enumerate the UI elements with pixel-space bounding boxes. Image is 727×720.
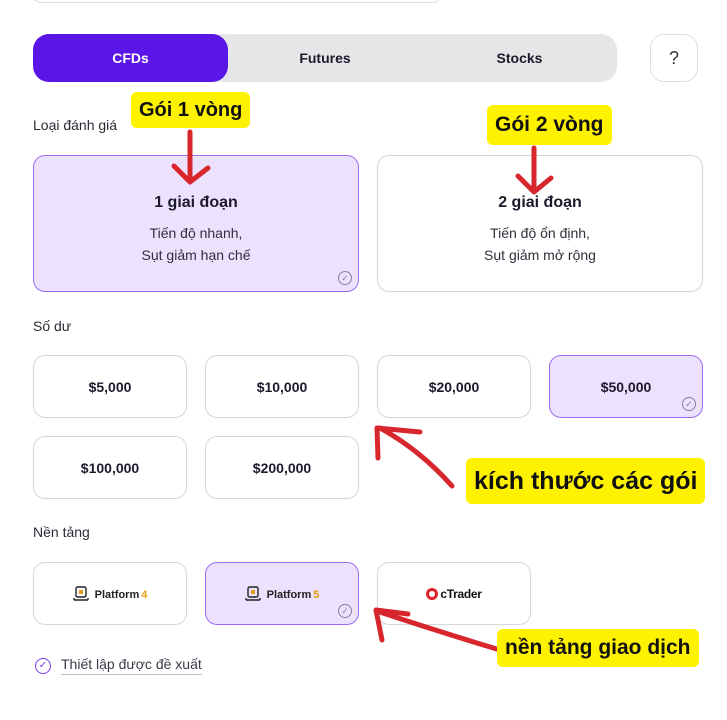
balance-option-20000[interactable]: $20,000 xyxy=(377,355,531,418)
check-icon: ✓ xyxy=(338,604,352,618)
annotation-two-round: Gói 2 vòng xyxy=(487,105,612,145)
balance-option-50000[interactable]: $50,000 ✓ xyxy=(549,355,703,418)
platform-4-icon xyxy=(72,585,89,601)
balance-label: Số dư xyxy=(33,318,72,334)
platform-name: Platform xyxy=(266,588,312,601)
platform-option-mt4[interactable]: Platform 4 xyxy=(33,562,187,625)
platform-option-mt5[interactable]: Platform 5 ✓ xyxy=(205,562,359,625)
tab-cfds[interactable]: CFDs xyxy=(33,34,228,82)
balance-value: $200,000 xyxy=(252,459,312,476)
balance-value: $5,000 xyxy=(88,378,132,395)
check-icon: ✓ xyxy=(338,271,352,285)
evaluation-option-2-phase[interactable]: 2 giai đoạn Tiến độ ổn định, Sụt giảm mở… xyxy=(377,155,703,292)
recommended-setup-link[interactable]: ✓ Thiết lập được đề xuất xyxy=(35,656,202,675)
balance-value: $10,000 xyxy=(256,378,308,395)
platform-5-icon xyxy=(244,585,261,601)
check-circle-icon: ✓ xyxy=(35,657,51,674)
annotation-trading-platform: nền tảng giao dịch xyxy=(497,629,699,667)
platform-version: 4 xyxy=(141,588,148,601)
phase-description: Tiến độ ổn định, Sụt giảm mở rộng xyxy=(484,225,596,263)
phase-title: 2 giai đoạn xyxy=(498,194,582,211)
evaluation-type-label: Loại đánh giá xyxy=(33,117,118,133)
platform-option-ctrader[interactable]: cTrader xyxy=(377,562,531,625)
platform-version: 5 xyxy=(313,588,320,601)
balance-option-100000[interactable]: $100,000 xyxy=(33,436,187,499)
balance-option-5000[interactable]: $5,000 xyxy=(33,355,187,418)
ctrader-logo-icon xyxy=(426,587,439,600)
top-card-edge xyxy=(33,0,441,3)
arrow-package-size xyxy=(377,425,455,489)
platform-name: cTrader xyxy=(440,586,482,601)
phase-description: Tiến độ nhanh, Sụt giảm hạn chế xyxy=(141,225,251,263)
platform-name: Platform xyxy=(94,588,140,601)
check-icon: ✓ xyxy=(682,397,696,411)
evaluation-option-1-phase[interactable]: 1 giai đoạn Tiến độ nhanh, Sụt giảm hạn … xyxy=(33,155,359,292)
balance-value: $20,000 xyxy=(428,378,480,395)
annotation-one-round: Gói 1 vòng xyxy=(131,92,251,128)
recommended-setup-label: Thiết lập được đề xuất xyxy=(61,656,202,675)
help-button[interactable]: ? xyxy=(650,34,698,82)
balance-option-10000[interactable]: $10,000 xyxy=(205,355,359,418)
balance-value: $50,000 xyxy=(600,378,652,395)
annotation-package-size: kích thước các gói xyxy=(466,458,706,504)
tab-futures[interactable]: Futures xyxy=(228,34,422,82)
balance-option-200000[interactable]: $200,000 xyxy=(205,436,359,499)
market-type-tabs: CFDs Futures Stocks xyxy=(33,34,617,82)
balance-value: $100,000 xyxy=(80,459,140,476)
platform-label: Nền tảng xyxy=(33,524,90,540)
phase-title: 1 giai đoạn xyxy=(154,194,238,211)
tab-stocks[interactable]: Stocks xyxy=(422,34,617,82)
